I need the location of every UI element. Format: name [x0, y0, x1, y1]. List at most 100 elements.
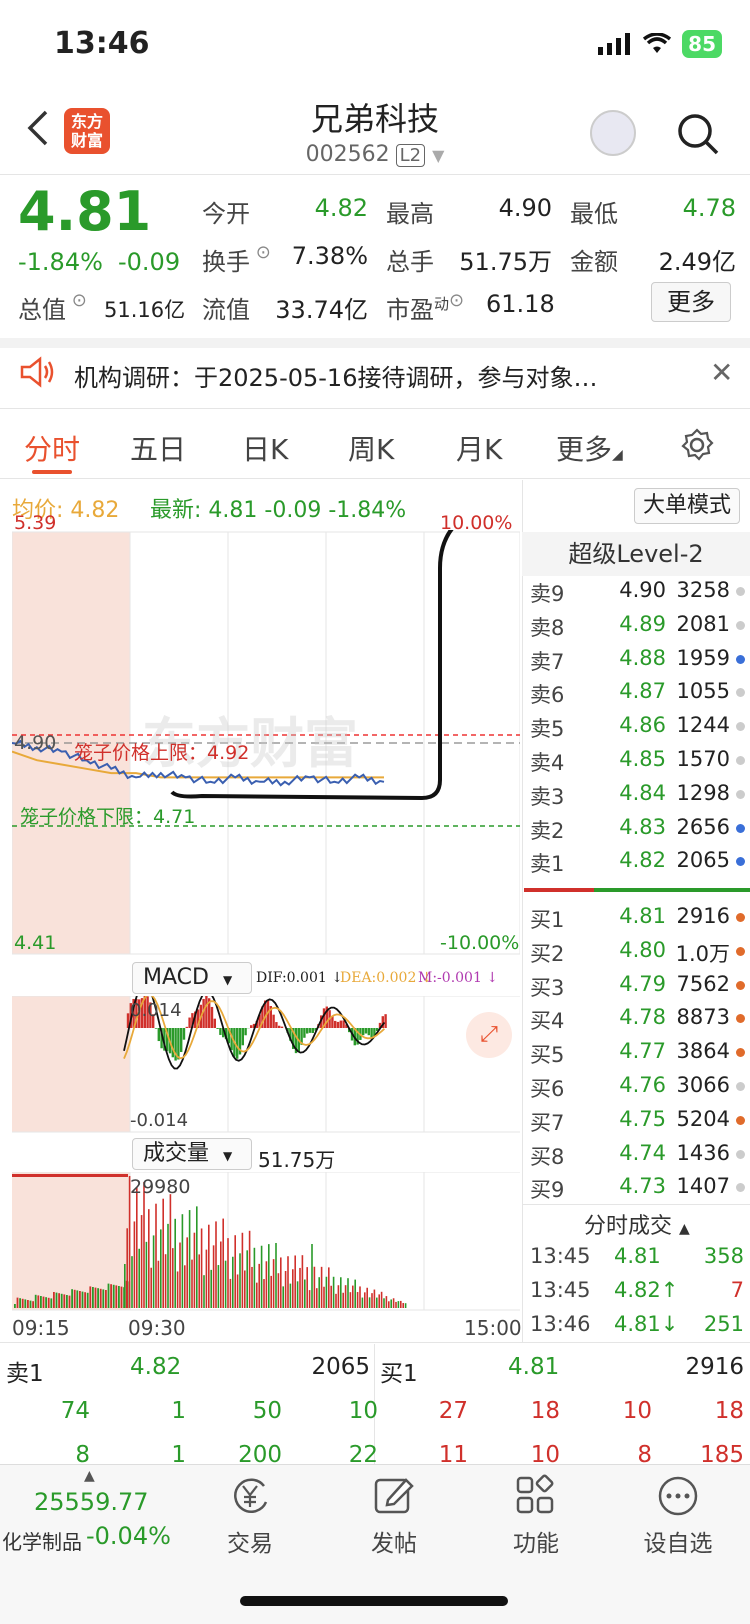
post-tab[interactable]	[372, 1474, 416, 1522]
volume-bar	[131, 1256, 133, 1308]
function-label[interactable]: 功能	[500, 1524, 572, 1558]
tab-weekly-k[interactable]: 周K	[348, 428, 394, 468]
volume-label: 总手	[386, 248, 434, 276]
chevron-down-icon: ▼	[432, 146, 445, 165]
bid-price: 4.78	[619, 1005, 666, 1030]
ask-row[interactable]: 卖4 4.85 1570	[530, 743, 750, 776]
volume-selector[interactable]: 成交量 ▼	[132, 1138, 252, 1170]
macd-chart[interactable]	[12, 996, 520, 1134]
volume-bar	[347, 1278, 349, 1308]
trade-tab[interactable]	[222, 1474, 278, 1522]
tab-monthly-k[interactable]: 月K	[456, 428, 502, 468]
tab-daily-k[interactable]: 日K	[242, 428, 288, 468]
bid-row[interactable]: 买9 4.73 1407	[530, 1170, 750, 1203]
time-end: 15:00	[464, 1316, 522, 1340]
macd-bar	[364, 1028, 368, 1034]
volume-bar	[380, 1291, 383, 1308]
ask-row[interactable]: 卖9 4.90 3258	[530, 574, 750, 607]
notice-text[interactable]: 机构调研：于2025-05-16接待调研，参与对象…	[74, 358, 597, 393]
ask-row[interactable]: 卖6 4.87 1055	[530, 675, 750, 708]
more-dots-icon	[658, 1476, 698, 1516]
dropdown-icon: ▼	[223, 1149, 233, 1163]
bid-level: 买2	[530, 941, 565, 966]
ask-row[interactable]: 卖1 4.82 2065	[530, 844, 750, 877]
ask-row[interactable]: 卖2 4.83 2656	[530, 811, 750, 844]
function-tab[interactable]	[514, 1474, 558, 1522]
volume-bar	[402, 1303, 404, 1308]
pe-label: 市盈动⊙	[386, 290, 465, 324]
watchlist-tab[interactable]	[656, 1474, 700, 1522]
macd-top-label: 0.014	[130, 1000, 182, 1021]
bid-row[interactable]: 买7 4.75 5204	[530, 1103, 750, 1136]
tick-row: 13:46 4.81↓ 251	[530, 1308, 750, 1341]
volume-bar	[66, 1295, 68, 1308]
ask-row[interactable]: 卖7 4.88 1959	[530, 642, 750, 675]
volume-bar	[92, 1287, 94, 1308]
ask-row[interactable]: 卖8 4.89 2081	[530, 608, 750, 641]
volume-bar	[244, 1270, 246, 1308]
caret-up-icon: ▲	[84, 1468, 95, 1484]
ask-dot-icon	[736, 587, 745, 596]
volume-bar	[397, 1301, 400, 1308]
ask-row[interactable]: 卖3 4.84 1298	[530, 777, 750, 810]
settings-button[interactable]	[680, 428, 714, 466]
bid-level: 买4	[530, 1009, 565, 1034]
volume-bar	[169, 1194, 172, 1308]
close-icon[interactable]: ✕	[710, 356, 733, 389]
bid-row[interactable]: 买6 4.76 3066	[530, 1069, 750, 1102]
volume-bar	[14, 1304, 16, 1308]
change-percent: -1.84%	[18, 248, 103, 276]
expand-icon[interactable]: ⤢	[466, 1012, 512, 1058]
ask-row[interactable]: 卖5 4.86 1244	[530, 709, 750, 742]
volume-bar	[356, 1292, 359, 1308]
volume-bar	[332, 1276, 335, 1308]
ask-price: 4.88	[619, 645, 666, 670]
macd-bar	[180, 1028, 183, 1052]
volume-bar	[373, 1289, 376, 1308]
search-button[interactable]	[676, 112, 720, 160]
bid-row[interactable]: 买3 4.79 7562	[530, 968, 750, 1001]
ask-dot-icon	[736, 756, 745, 765]
bid-row[interactable]: 买1 4.81 2916	[530, 900, 750, 933]
macd-selector[interactable]: MACD ▼	[132, 962, 252, 994]
turnover-label: 换手 ⊙	[202, 242, 271, 276]
watchlist-label[interactable]: 设自选	[636, 1524, 720, 1558]
gear-icon	[681, 428, 714, 461]
tab-more[interactable]: 更多◢	[556, 428, 623, 468]
macd-bar	[272, 1014, 275, 1028]
info-icon[interactable]: ⊙	[250, 242, 271, 263]
bid-row[interactable]: 买4 4.78 8873	[530, 1001, 750, 1034]
tab-5day[interactable]: 五日	[130, 428, 186, 468]
bid-row[interactable]: 买2 4.80 1.0万	[530, 934, 750, 967]
more-button[interactable]: 更多	[651, 282, 731, 322]
volume-bar	[311, 1244, 313, 1308]
info-icon[interactable]: ⊙	[66, 290, 87, 311]
ticks-title[interactable]: 分时成交 ▲	[584, 1208, 690, 1240]
big-order-mode-button[interactable]: 大单模式	[634, 488, 740, 524]
bid-row[interactable]: 买5 4.77 3864	[530, 1035, 750, 1068]
level2-title[interactable]: 超级Level-2	[522, 532, 750, 576]
y-axis-bottom: 4.41	[14, 932, 57, 954]
macd-bar	[334, 1020, 337, 1028]
volume-bar	[162, 1198, 164, 1308]
robot-avatar-icon[interactable]	[590, 110, 636, 156]
volume-bar	[203, 1275, 205, 1308]
index-change[interactable]: -0.04%	[86, 1522, 171, 1550]
tick-price: 4.82↑	[614, 1278, 679, 1302]
volume-bar	[229, 1278, 232, 1308]
post-label[interactable]: 发帖	[358, 1524, 430, 1558]
index-name[interactable]: 化学制品	[2, 1526, 82, 1555]
bid-row[interactable]: 买8 4.74 1436	[530, 1137, 750, 1170]
info-icon[interactable]: ⊙	[449, 290, 464, 311]
stock-code-row[interactable]: 002562 L2 ▼	[0, 142, 750, 167]
tab-intraday[interactable]: 分时	[24, 428, 80, 468]
time-open: 09:30	[128, 1316, 186, 1340]
volume-bar	[160, 1229, 162, 1308]
volume-bar	[210, 1269, 212, 1308]
index-value[interactable]: 25559.77	[34, 1488, 149, 1516]
volume-bar	[200, 1228, 203, 1308]
volume-chart[interactable]	[12, 1172, 520, 1312]
ratio-red	[524, 888, 594, 892]
trade-label[interactable]: 交易	[214, 1524, 286, 1558]
volume-bar	[400, 1300, 402, 1308]
